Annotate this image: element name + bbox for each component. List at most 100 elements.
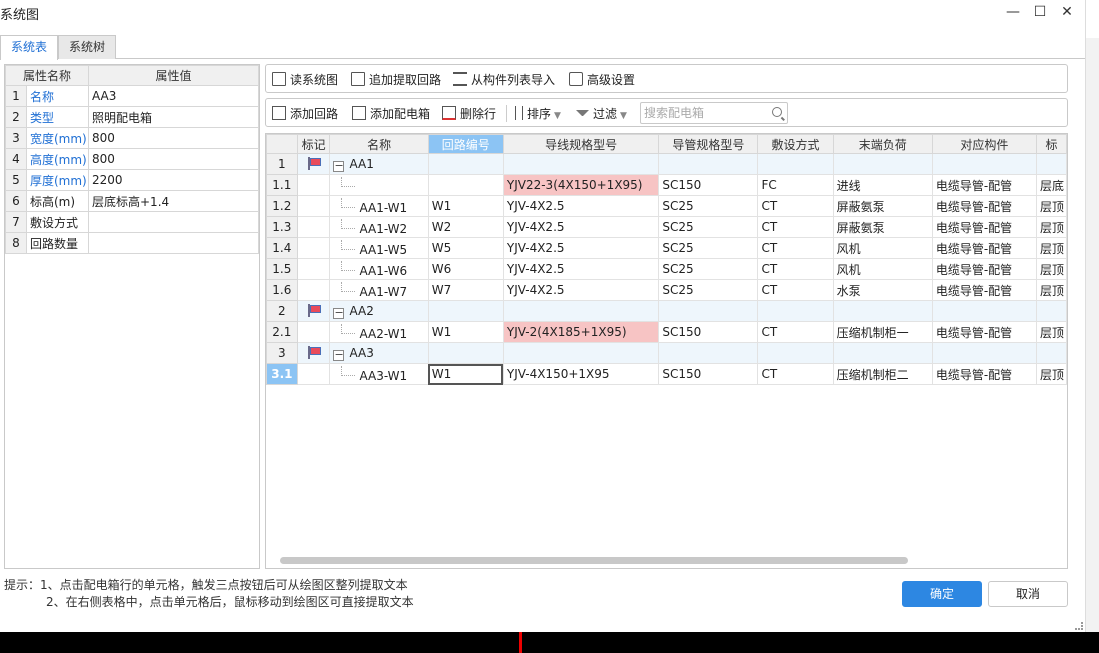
load-cell[interactable] xyxy=(832,342,933,364)
end-load-cell[interactable]: 进线 xyxy=(832,174,933,196)
collapse-toggle-icon[interactable]: − xyxy=(333,349,345,361)
tab-system-tree[interactable]: 系统树 xyxy=(58,35,117,59)
component-cell[interactable]: 电缆导管-配管 xyxy=(931,363,1038,385)
wire-cell[interactable] xyxy=(502,300,660,322)
circuit-row[interactable]: 2.1 AA2-W1 W1 YJV-2(4X185+1X95) SC150 CT 压缩机制柜… xyxy=(266,321,1067,343)
end-load-cell[interactable]: 屏蔽氨泵 xyxy=(832,216,933,238)
cancel-button[interactable]: 取消 xyxy=(988,581,1068,607)
wire-spec-cell[interactable]: YJV-4X2.5 xyxy=(502,279,660,301)
circuit-number-cell[interactable] xyxy=(427,174,504,196)
property-row[interactable]: 8 回路数量 xyxy=(5,232,259,254)
end-load-cell[interactable]: 风机 xyxy=(832,237,933,259)
component-cell[interactable] xyxy=(931,342,1038,364)
conduit-spec-cell[interactable]: SC150 xyxy=(658,174,759,196)
elevation-cell[interactable]: 层顶 xyxy=(1036,258,1067,280)
circuit-number-cell[interactable]: W1 xyxy=(427,195,504,217)
elevation-cell[interactable]: 层顶 xyxy=(1036,279,1067,301)
name-cell[interactable]: − AA3 xyxy=(329,342,429,364)
resize-grip[interactable] xyxy=(1075,622,1083,630)
mark-cell[interactable] xyxy=(296,216,331,238)
wire-spec-cell[interactable]: YJV-4X2.5 xyxy=(502,195,660,217)
circuit-number-cell[interactable]: W7 xyxy=(427,279,504,301)
add-circuit-button[interactable]: 添加回路 xyxy=(272,105,338,123)
circuit-row[interactable]: 3.1 AA3-W1 W1 YJV-4X150+1X95 SC150 CT 压缩机制柜二 电缆… xyxy=(266,363,1067,385)
component-cell[interactable]: 电缆导管-配管 xyxy=(931,216,1038,238)
property-row[interactable]: 4 高度(mm) 800 xyxy=(5,148,259,170)
collapse-toggle-icon[interactable]: − xyxy=(333,307,345,319)
laying-method-cell[interactable]: CT xyxy=(757,237,834,259)
property-row[interactable]: 5 厚度(mm) 2200 xyxy=(5,169,259,191)
column-header[interactable]: 对应构件 xyxy=(931,134,1038,154)
method-cell[interactable] xyxy=(757,342,834,364)
laying-method-cell[interactable]: CT xyxy=(757,363,834,385)
distribution-box-row[interactable]: 1 − AA1 xyxy=(266,153,1067,175)
mark-cell[interactable] xyxy=(296,195,331,217)
property-row[interactable]: 7 敷设方式 xyxy=(5,211,259,233)
circuit-row[interactable]: 1.4 AA1-W5 W5 YJV-4X2.5 SC25 CT 风机 电缆导管-配管 层顶 xyxy=(266,237,1067,259)
circuit-number-cell[interactable]: W6 xyxy=(427,258,504,280)
laying-method-cell[interactable]: CT xyxy=(757,195,834,217)
column-header[interactable]: 敷设方式 xyxy=(757,134,834,154)
column-header[interactable]: 名称 xyxy=(329,134,429,154)
wire-spec-cell[interactable]: YJV-4X150+1X95 xyxy=(502,363,660,385)
load-cell[interactable] xyxy=(832,300,933,322)
conduit-cell[interactable] xyxy=(658,300,759,322)
circuit-number-cell[interactable]: W5 xyxy=(427,237,504,259)
component-cell[interactable] xyxy=(931,153,1038,175)
component-cell[interactable]: 电缆导管-配管 xyxy=(931,321,1038,343)
circuit-number-cell[interactable]: W2 xyxy=(427,216,504,238)
column-header[interactable]: 回路编号 xyxy=(427,134,504,154)
tab-system-table[interactable]: 系统表 xyxy=(0,35,59,60)
end-load-cell[interactable]: 水泵 xyxy=(832,279,933,301)
property-value[interactable] xyxy=(88,232,259,254)
circuit-row[interactable]: 1.6 AA1-W7 W7 YJV-4X2.5 SC25 CT 水泵 电缆导管-配管 层顶 xyxy=(266,279,1067,301)
circuit-cell[interactable] xyxy=(427,342,504,364)
mark-cell[interactable] xyxy=(296,237,331,259)
mark-cell[interactable] xyxy=(296,342,331,364)
conduit-spec-cell[interactable]: SC25 xyxy=(658,216,759,238)
import-from-list-button[interactable]: 从构件列表导入 xyxy=(453,71,555,89)
conduit-spec-cell[interactable]: SC150 xyxy=(658,321,759,343)
name-cell[interactable]: AA3-W1 xyxy=(329,363,429,385)
property-row[interactable]: 2 类型 照明配电箱 xyxy=(5,106,259,128)
circuit-number-cell[interactable]: W1 xyxy=(427,363,504,385)
circuit-row[interactable]: 1.2 AA1-W1 W1 YJV-4X2.5 SC25 CT 屏蔽氨泵 电缆导管-配管 层顶 xyxy=(266,195,1067,217)
wire-cell[interactable] xyxy=(502,153,660,175)
name-cell[interactable]: AA1-W5 xyxy=(329,237,429,259)
property-value[interactable]: 照明配电箱 xyxy=(88,106,259,128)
property-value[interactable]: 2200 xyxy=(88,169,259,191)
search-distribution-box-input[interactable]: 搜索配电箱 xyxy=(640,102,788,124)
name-cell[interactable]: AA1-W1 xyxy=(329,195,429,217)
name-cell[interactable]: − AA1 xyxy=(329,153,429,175)
name-cell[interactable]: AA1-W7 xyxy=(329,279,429,301)
add-distribution-box-button[interactable]: 添加配电箱 xyxy=(352,105,430,123)
elevation-cell[interactable] xyxy=(1036,342,1067,364)
wire-spec-cell[interactable]: YJV22-3(4X150+1X95) xyxy=(502,174,660,196)
elevation-cell[interactable]: 层顶 xyxy=(1036,363,1067,385)
elevation-cell[interactable]: 层顶 xyxy=(1036,237,1067,259)
minimize-button[interactable]: — xyxy=(1000,2,1026,24)
sort-dropdown[interactable]: 排序 ▼ xyxy=(515,105,561,123)
component-cell[interactable]: 电缆导管-配管 xyxy=(931,258,1038,280)
conduit-cell[interactable] xyxy=(658,342,759,364)
mark-cell[interactable] xyxy=(296,153,331,175)
name-cell[interactable] xyxy=(329,174,429,196)
conduit-spec-cell[interactable]: SC25 xyxy=(658,195,759,217)
delete-row-button[interactable]: 删除行 xyxy=(442,105,496,123)
maximize-button[interactable]: ☐ xyxy=(1027,2,1053,24)
end-load-cell[interactable]: 屏蔽氨泵 xyxy=(832,195,933,217)
method-cell[interactable] xyxy=(757,300,834,322)
collapse-toggle-icon[interactable]: − xyxy=(333,160,345,172)
component-cell[interactable]: 电缆导管-配管 xyxy=(931,237,1038,259)
property-value[interactable] xyxy=(88,211,259,233)
column-header[interactable]: 标记 xyxy=(296,134,331,154)
property-value[interactable]: 800 xyxy=(88,127,259,149)
elevation-cell[interactable]: 层顶 xyxy=(1036,195,1067,217)
component-cell[interactable] xyxy=(931,300,1038,322)
wire-cell[interactable] xyxy=(502,342,660,364)
column-header[interactable]: 导管规格型号 xyxy=(658,134,759,154)
component-cell[interactable]: 电缆导管-配管 xyxy=(931,195,1038,217)
read-system-diagram-button[interactable]: 读系统图 xyxy=(272,71,338,89)
circuit-row[interactable]: 1.1 YJV22-3(4X150+1X95) SC150 FC 进线 电缆导管-配管 层底 xyxy=(266,174,1067,196)
property-row[interactable]: 1 名称 AA3 xyxy=(5,85,259,107)
